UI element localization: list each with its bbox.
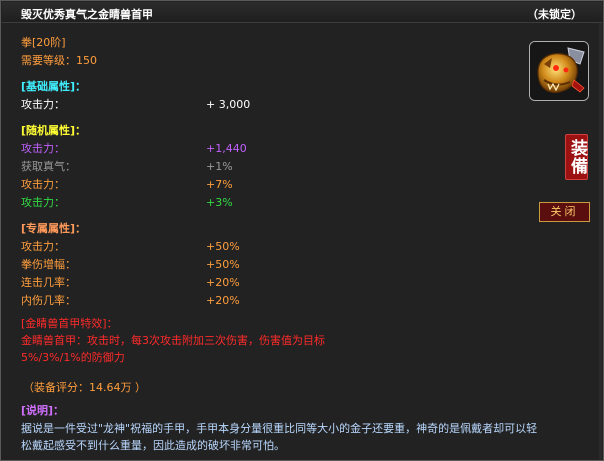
base-attr-value: + 3,000	[206, 98, 251, 111]
exclusive-attr-value: +20%	[206, 294, 240, 307]
description-heading: [说明]：	[21, 404, 65, 417]
base-attributes-heading: [基础属性]：	[21, 80, 87, 93]
special-effect-text: 金睛兽首甲：攻击时，每3次攻击附加三次伤害，伤害值为目标	[21, 334, 325, 347]
item-title: 毁灭优秀真气之金睛兽首甲	[21, 8, 153, 21]
exclusive-attr-label: 连击几率：	[21, 276, 76, 289]
random-attr-value: +1,440	[206, 142, 247, 155]
special-effect-text-cont: 5%/3%/1%的防御力	[21, 351, 125, 364]
exclusive-attr-label: 攻击力：	[21, 240, 65, 253]
item-icon-frame[interactable]	[529, 41, 589, 101]
title-bar: 毁灭优秀真气之金睛兽首甲 （未锁定）	[2, 2, 602, 23]
description-text-cont: 松戴起感受不到什么重量，因此造成的破坏非常可怕。	[21, 439, 285, 452]
scrollbar[interactable]	[599, 23, 602, 459]
random-attr-value: +1%	[206, 160, 233, 173]
equip-button[interactable]: 装備	[565, 134, 588, 180]
exclusive-attr-label: 拳伤增幅：	[21, 258, 76, 271]
special-effect-heading: [金睛兽首甲特效]：	[21, 317, 118, 330]
random-attr-label: 攻击力：	[21, 178, 65, 191]
random-attr-label: 获取真气：	[21, 160, 76, 173]
base-attr-label: 攻击力：	[21, 98, 65, 111]
level-requirement: 需要等级：150	[21, 54, 97, 67]
random-attr-label: 攻击力：	[21, 196, 65, 209]
random-attr-value: +3%	[206, 196, 233, 209]
lock-status: （未锁定）	[527, 8, 582, 21]
item-type: 拳[20阶]	[21, 36, 66, 49]
description-text: 据说是一件受过"龙神"祝福的手甲，手甲本身分量很重比同等大小的金子还要重，神奇的…	[21, 422, 538, 435]
random-attributes-heading: [随机属性]：	[21, 124, 87, 137]
item-tooltip-panel: 毁灭优秀真气之金睛兽首甲 （未锁定） 拳[20阶] 需要等级：150 [基础属性…	[0, 0, 604, 461]
exclusive-attr-value: +20%	[206, 276, 240, 289]
exclusive-attributes-heading: [专属属性]：	[21, 222, 87, 235]
golden-beast-gauntlet-icon	[530, 42, 588, 100]
close-button[interactable]: 关闭	[539, 202, 590, 222]
exclusive-attr-label: 内伤几率：	[21, 294, 76, 307]
random-attr-value: +7%	[206, 178, 233, 191]
random-attr-label: 攻击力：	[21, 142, 65, 155]
exclusive-attr-value: +50%	[206, 258, 240, 271]
equipment-score: （装备评分：14.64万 ）	[23, 381, 146, 394]
exclusive-attr-value: +50%	[206, 240, 240, 253]
